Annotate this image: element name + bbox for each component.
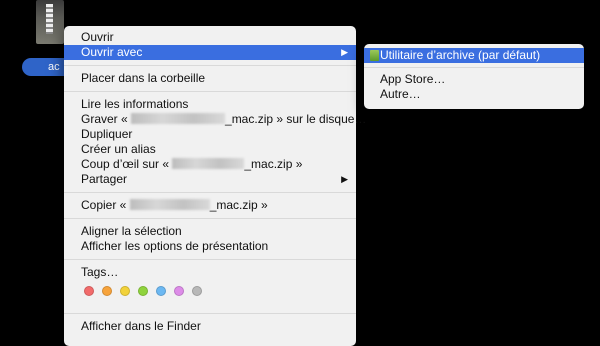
tag-color-dot[interactable] — [84, 286, 94, 296]
menu-item-burn-to-disc[interactable]: Graver « _mac.zip » sur le disque… — [64, 112, 366, 127]
submenu-arrow-icon: ▶ — [341, 174, 348, 184]
menu-item-label: Coup d’œil sur « — [81, 157, 173, 171]
menu-item-label: Partager — [81, 172, 128, 186]
zip-file-icon[interactable] — [30, 0, 68, 46]
tag-color-dot[interactable] — [156, 286, 166, 296]
tag-color-dot[interactable] — [120, 286, 130, 296]
menu-separator — [64, 91, 356, 92]
menu-item-label: Créer un alias — [81, 142, 156, 156]
submenu-arrow-icon: ▶ — [341, 47, 348, 57]
menu-item-quick-look[interactable]: Coup d’œil sur « _mac.zip » — [64, 157, 356, 172]
menu-item-label: Ouvrir avec — [81, 45, 143, 59]
tag-color-row — [64, 280, 356, 302]
menu-item-label: Afficher dans le Finder — [81, 319, 201, 333]
archive-utility-icon — [370, 50, 379, 61]
zip-archive-icon — [36, 0, 64, 44]
menu-item-label: Placer dans la corbeille — [81, 71, 206, 85]
tag-color-dot[interactable] — [138, 286, 148, 296]
menu-item-show-view-options[interactable]: Afficher les options de présentation — [64, 239, 356, 254]
tag-color-dot[interactable] — [192, 286, 202, 296]
context-menu: Ouvrir Ouvrir avec ▶ Placer dans la corb… — [64, 26, 366, 346]
submenu-item-archive-utility[interactable]: Utilitaire d’archive (par défaut) — [364, 48, 584, 63]
menu-item-label: Utilitaire d’archive (par défaut) — [380, 48, 541, 62]
menu-item-make-alias[interactable]: Créer un alias — [64, 142, 356, 157]
menu-separator — [64, 218, 356, 219]
redacted-filename — [131, 113, 226, 124]
menu-separator — [64, 65, 356, 66]
menu-item-label: Lire les informations — [81, 97, 189, 111]
menu-item-label: Afficher les options de présentation — [81, 239, 269, 253]
redacted-filename — [129, 199, 210, 210]
open-with-submenu: Utilitaire d’archive (par défaut) App St… — [364, 44, 584, 109]
menu-item-label: App Store… — [380, 72, 446, 86]
menu-separator — [64, 259, 356, 260]
menu-item-label: _mac.zip » sur le disque… — [225, 112, 367, 126]
tag-color-dot[interactable] — [102, 286, 112, 296]
menu-item-copy[interactable]: Copier « _mac.zip » — [64, 198, 356, 213]
submenu-item-other[interactable]: Autre… — [364, 87, 584, 102]
menu-item-share[interactable]: Partager ▶ — [64, 172, 356, 187]
menu-item-label: Graver « — [81, 112, 132, 126]
menu-item-label: _mac.zip » — [244, 157, 303, 171]
menu-item-label: Copier « — [81, 198, 130, 212]
menu-item-label: Tags… — [81, 265, 119, 279]
menu-item-label: _mac.zip » — [209, 198, 268, 212]
menu-item-duplicate[interactable]: Dupliquer — [64, 127, 356, 142]
redacted-filename — [172, 158, 245, 169]
menu-item-label: Autre… — [380, 87, 421, 101]
menu-item-get-info[interactable]: Lire les informations — [64, 97, 356, 112]
menu-item-label: Aligner la sélection — [81, 224, 182, 238]
menu-item-tags[interactable]: Tags… — [64, 265, 356, 280]
menu-item-open-with[interactable]: Ouvrir avec ▶ — [64, 45, 356, 60]
file-name-label[interactable]: ac — [22, 58, 68, 76]
menu-item-move-to-trash[interactable]: Placer dans la corbeille — [64, 71, 356, 86]
menu-item-label: Dupliquer — [81, 127, 133, 141]
submenu-item-app-store[interactable]: App Store… — [364, 72, 584, 87]
menu-item-open[interactable]: Ouvrir — [64, 30, 356, 45]
menu-item-label: Ouvrir — [81, 30, 114, 44]
menu-separator — [364, 67, 584, 68]
menu-item-clean-up-selection[interactable]: Aligner la sélection — [64, 224, 356, 239]
menu-separator — [64, 192, 356, 193]
menu-item-show-in-finder[interactable]: Afficher dans le Finder — [64, 319, 356, 334]
tag-color-dot[interactable] — [174, 286, 184, 296]
menu-separator — [64, 313, 356, 314]
